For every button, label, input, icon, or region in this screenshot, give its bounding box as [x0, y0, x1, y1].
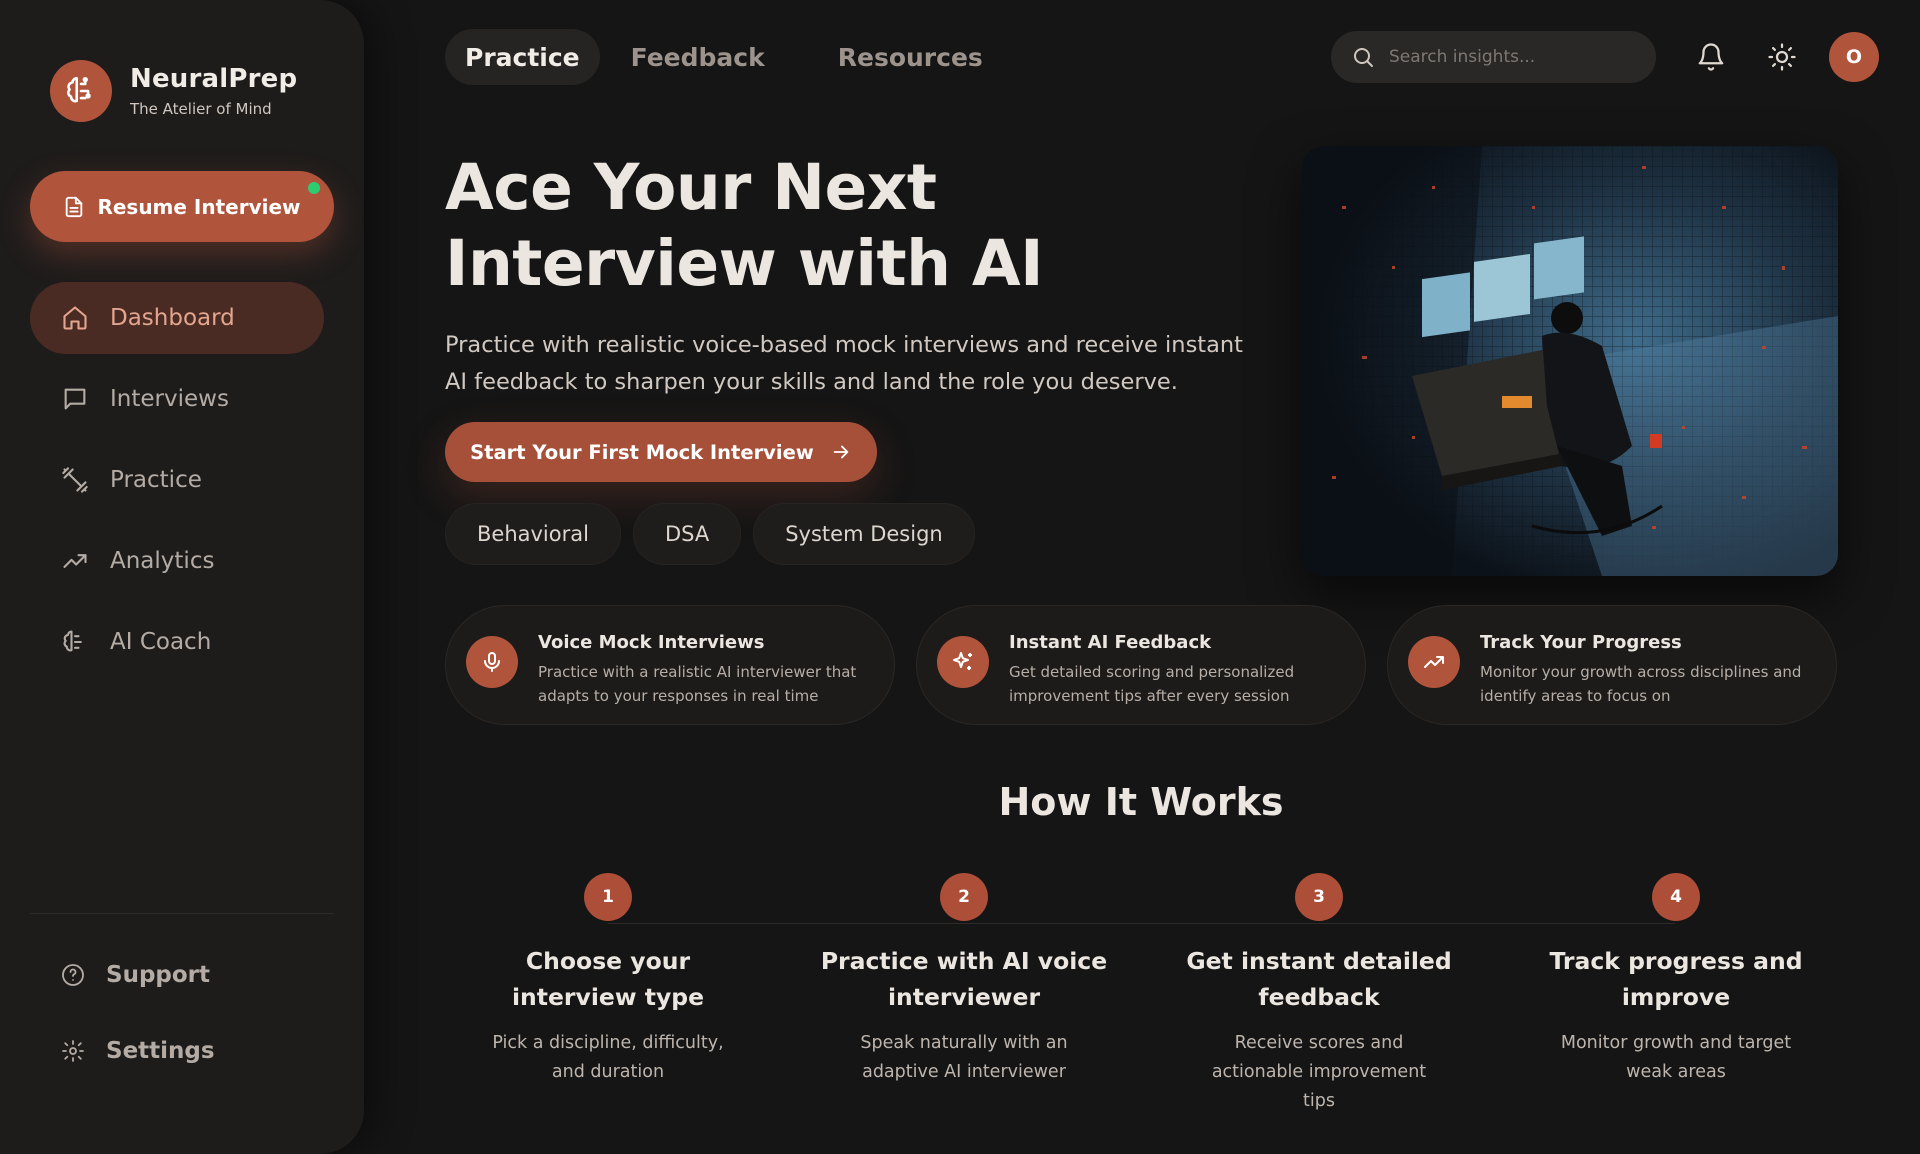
step-title: Get instant detailed feedback: [1186, 947, 1452, 1011]
trending-up-icon: [60, 546, 90, 576]
chip-system-design[interactable]: System Design: [753, 503, 975, 565]
sidebar-item-analytics[interactable]: Analytics: [30, 525, 324, 597]
cta-label: Start Your First Mock Interview: [470, 440, 814, 464]
microphone-icon: [466, 636, 518, 688]
chat-icon: [60, 384, 90, 414]
step-desc: Monitor growth and target weak areas: [1560, 1033, 1792, 1082]
sidebar-item-label: Dashboard: [110, 305, 235, 331]
step-desc: Pick a discipline, difficulty, and durat…: [492, 1033, 724, 1082]
step-number: 1: [584, 873, 632, 921]
hero-subtitle: Practice with realistic voice-based mock…: [445, 332, 1243, 395]
feature-title: Instant AI Feedback: [1009, 632, 1212, 653]
feature-title: Track Your Progress: [1480, 632, 1682, 653]
feature-title: Voice Mock Interviews: [538, 632, 765, 653]
feature-card-voice[interactable]: Voice Mock Interviews Practice with a re…: [445, 605, 895, 725]
brand-tagline: The Atelier of Mind: [130, 100, 272, 118]
arrow-right-icon: [833, 445, 849, 459]
sidebar-item-dashboard[interactable]: Dashboard: [30, 282, 324, 354]
step-title: Practice with AI voice interviewer: [820, 947, 1108, 1011]
step-title: Track progress and improve: [1549, 947, 1803, 1011]
sidebar-item-label: Interviews: [110, 386, 229, 412]
sun-icon[interactable]: [1765, 40, 1799, 74]
step-4: 4 Track progress and improve Monitor gro…: [1508, 873, 1844, 1087]
tab-practice[interactable]: Practice: [445, 29, 600, 85]
step-number: 4: [1652, 873, 1700, 921]
chip-behavioral[interactable]: Behavioral: [445, 503, 621, 565]
step-1: 1 Choose your interview type Pick a disc…: [440, 873, 776, 1087]
step-number: 2: [940, 873, 988, 921]
sidebar: NeuralPrep The Atelier of Mind Resume In…: [0, 0, 364, 1154]
tab-resources[interactable]: Resources: [818, 29, 1003, 85]
step-title: Choose your interview type: [511, 947, 705, 1011]
step-2: 2 Practice with AI voice interviewer Spe…: [796, 873, 1132, 1087]
step-desc: Speak naturally with an adaptive AI inte…: [860, 1033, 1068, 1082]
search-icon: [1354, 48, 1373, 67]
document-icon: [66, 196, 83, 217]
step-desc: Receive scores and actionable improvemen…: [1211, 1033, 1427, 1111]
brain-icon: [50, 60, 112, 122]
interview-type-chips: Behavioral DSA System Design: [445, 503, 987, 565]
settings-link[interactable]: Settings: [60, 1031, 215, 1071]
resume-interview-button[interactable]: Resume Interview: [30, 171, 334, 242]
resume-interview-label: Resume Interview: [97, 194, 301, 219]
brand-name: NeuralPrep: [130, 64, 298, 94]
sidebar-item-ai-coach[interactable]: AI Coach: [30, 606, 324, 678]
brand[interactable]: NeuralPrep The Atelier of Mind: [50, 60, 297, 122]
support-link[interactable]: Support: [60, 955, 215, 995]
feature-card-feedback[interactable]: Instant AI Feedback Get detailed scoring…: [916, 605, 1366, 725]
dumbbell-icon: [60, 465, 90, 495]
hero-illustration: [1302, 146, 1838, 576]
sidebar-divider: [30, 913, 334, 914]
how-it-works-title: How It Works: [998, 780, 1284, 824]
sidebar-item-label: Analytics: [110, 548, 215, 574]
feature-desc: Get detailed scoring and personalized im…: [1009, 663, 1295, 705]
sidebar-item-label: Practice: [110, 467, 202, 493]
search-input[interactable]: [1389, 47, 1629, 67]
sidebar-item-practice[interactable]: Practice: [30, 444, 324, 516]
home-icon: [60, 303, 90, 333]
settings-label: Settings: [106, 1038, 215, 1064]
search-bar: [1331, 31, 1656, 83]
hero-title: Ace Your Next Interview with AI: [445, 151, 1044, 300]
step-number: 3: [1295, 873, 1343, 921]
top-nav: Practice Feedback Resources: [445, 29, 1014, 85]
brain-icon: [60, 627, 90, 657]
status-dot: [308, 182, 320, 194]
avatar[interactable]: O: [1829, 32, 1879, 82]
tab-feedback[interactable]: Feedback: [611, 29, 785, 85]
bell-icon[interactable]: [1694, 40, 1728, 74]
support-label: Support: [106, 962, 211, 988]
sidebar-nav: Dashboard Interviews Practice Analytics: [30, 282, 324, 687]
trending-up-icon: [1408, 636, 1460, 688]
sidebar-bottom-nav: Support Settings: [60, 955, 215, 1107]
sparkles-icon: [937, 636, 989, 688]
feature-desc: Practice with a realistic AI interviewer…: [538, 663, 857, 705]
feature-desc: Monitor your growth across disciplines a…: [1480, 663, 1802, 705]
chip-dsa[interactable]: DSA: [632, 503, 742, 565]
gear-icon: [60, 1038, 86, 1064]
sidebar-item-interviews[interactable]: Interviews: [30, 363, 324, 435]
feature-card-progress[interactable]: Track Your Progress Monitor your growth …: [1387, 605, 1837, 725]
start-mock-interview-button[interactable]: Start Your First Mock Interview: [445, 422, 877, 482]
help-circle-icon: [60, 962, 86, 988]
step-3: 3 Get instant detailed feedback Receive …: [1151, 873, 1487, 1116]
sidebar-item-label: AI Coach: [110, 629, 212, 655]
